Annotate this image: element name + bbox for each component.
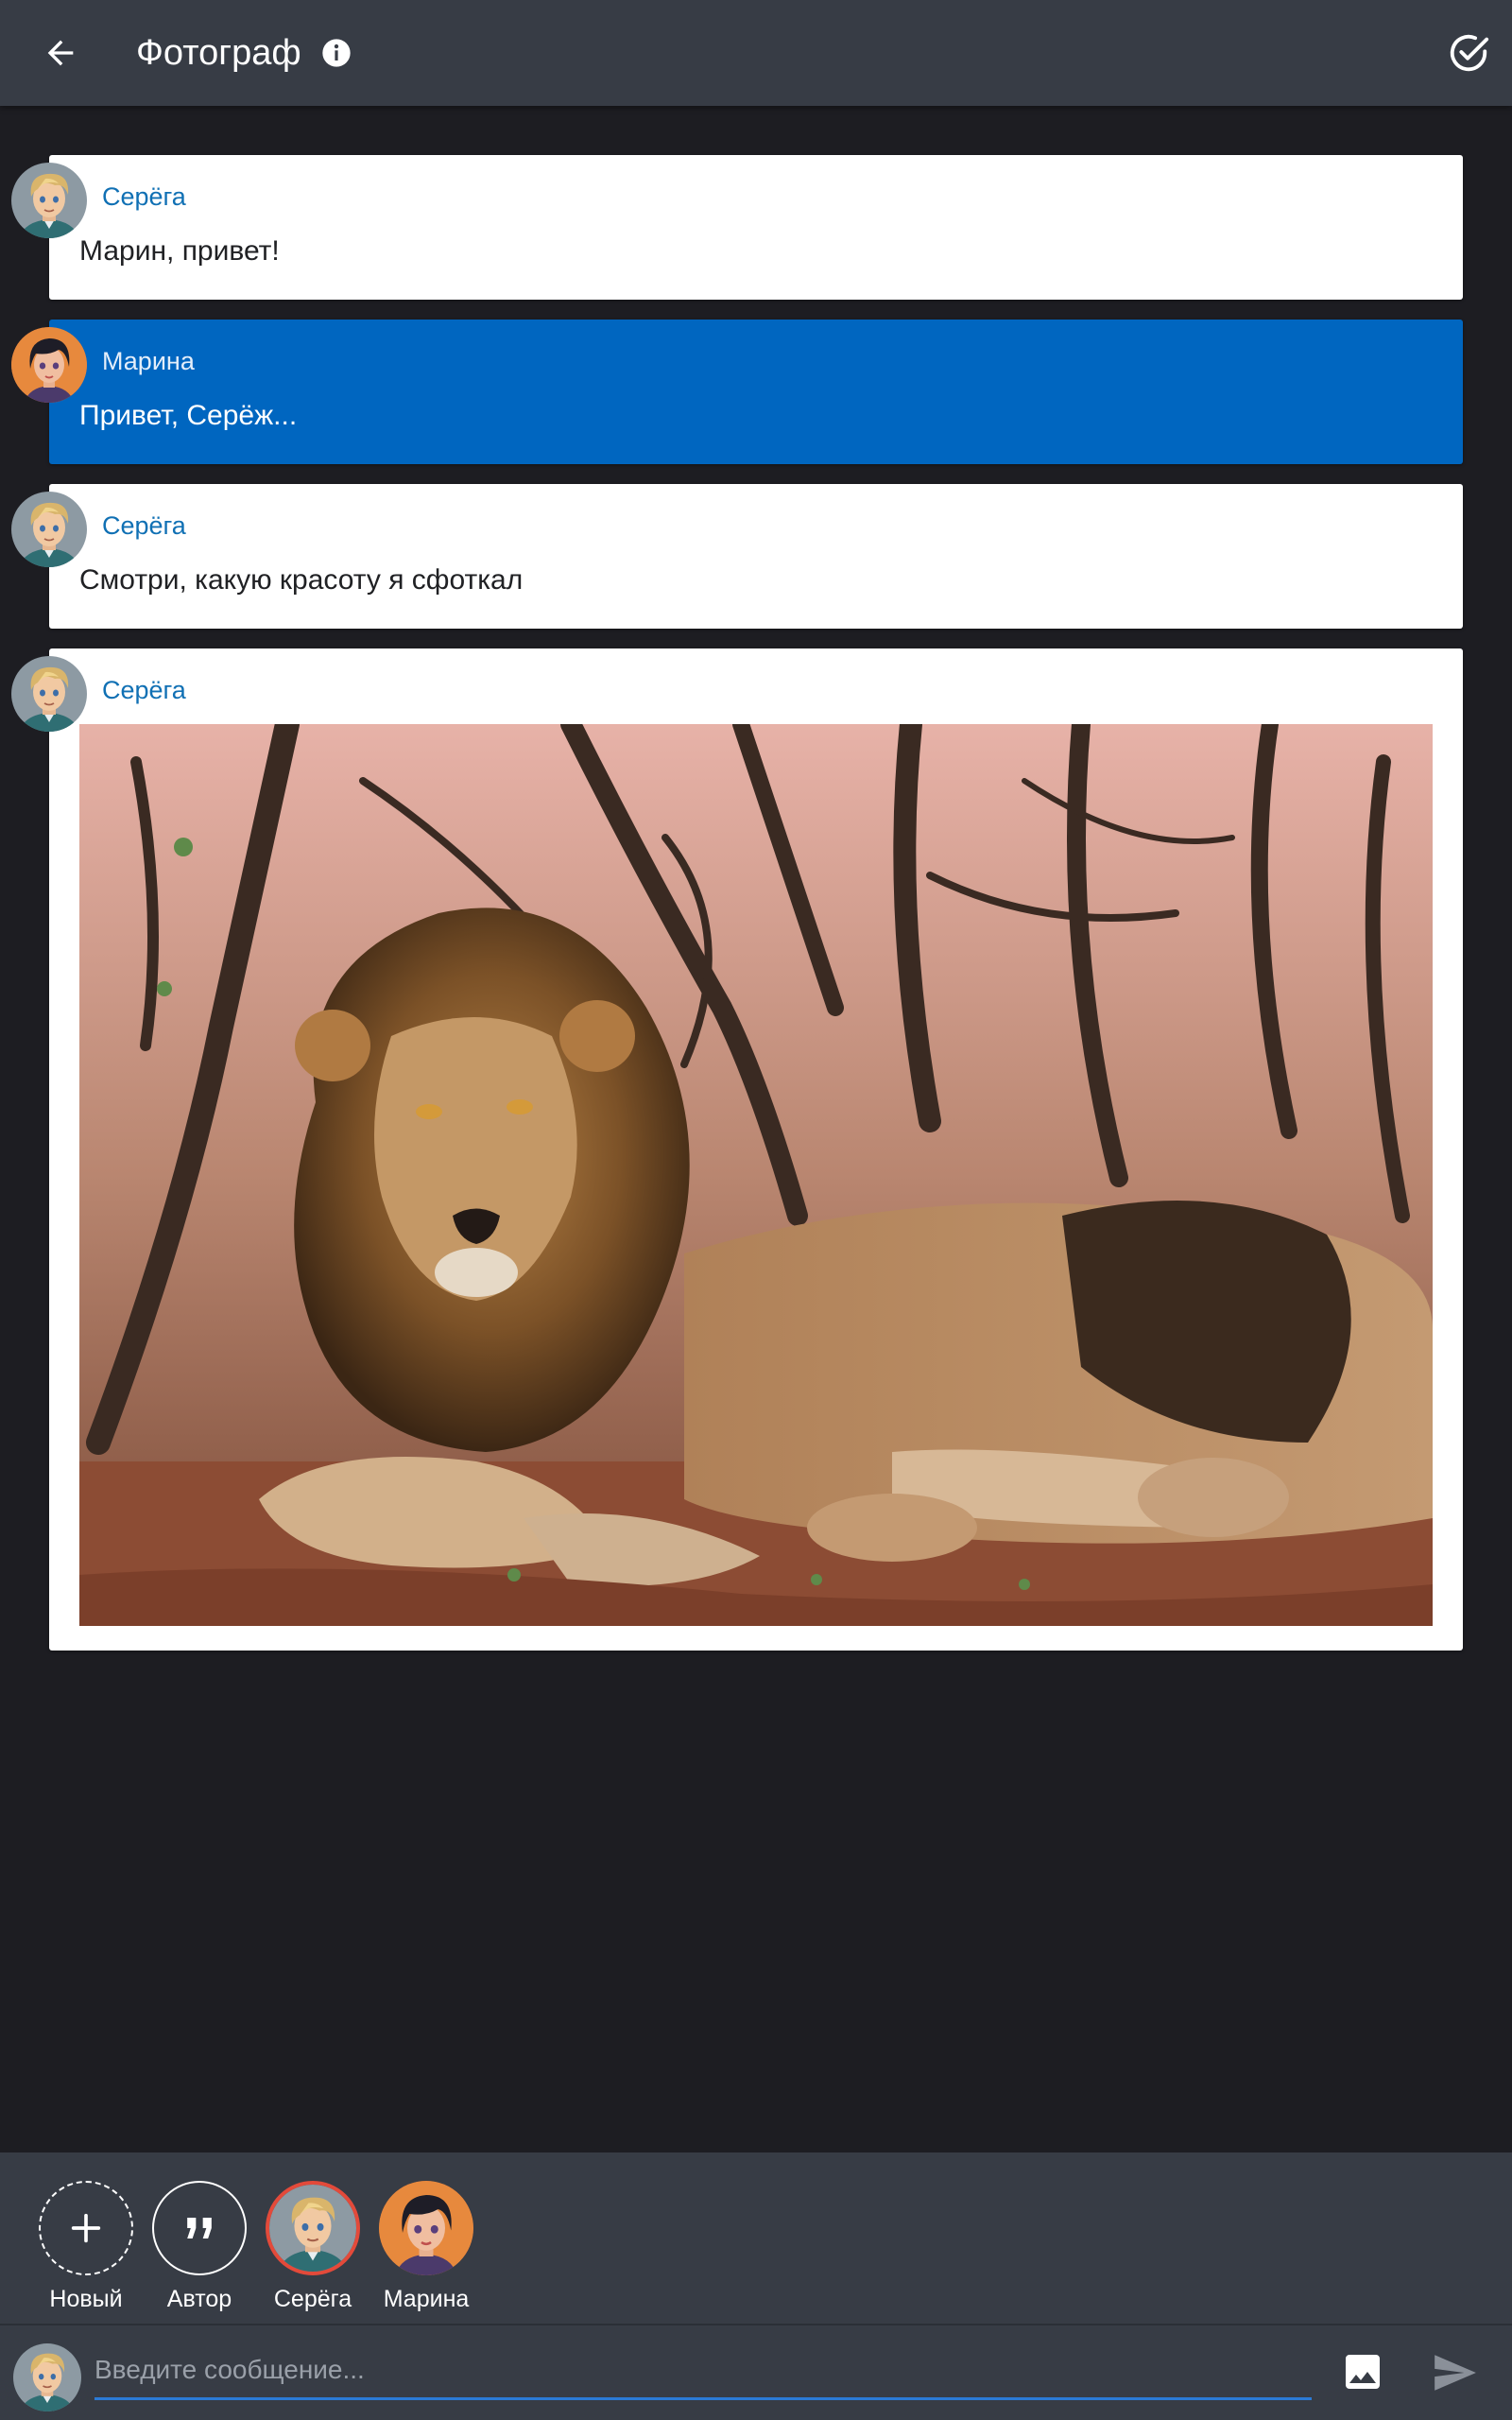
message-bubble[interactable]: Серёга Марин, привет! — [49, 155, 1463, 300]
quote-icon — [187, 2218, 212, 2238]
page-title: Фотограф — [136, 33, 301, 73]
current-speaker-avatar[interactable] — [13, 2343, 81, 2411]
message-text: Смотри, какую красоту я сфоткал — [79, 564, 524, 596]
message-author: Марина — [102, 347, 195, 375]
back-button[interactable] — [34, 26, 87, 79]
message-text: Привет, Серёж... — [79, 400, 298, 431]
message-author: Серёга — [102, 182, 186, 211]
composer-panel: Новый Автор Серёга Марина — [0, 2152, 1512, 2420]
avatar — [11, 163, 87, 238]
character-label: Марина — [383, 2286, 470, 2312]
message-bubble[interactable]: Марина Привет, Серёж... — [49, 320, 1463, 464]
message-input[interactable] — [94, 2342, 1312, 2400]
character-icon — [152, 2181, 247, 2275]
done-button[interactable] — [1442, 26, 1495, 79]
message-list[interactable]: Серёга Марин, привет! Марина Привет, Сер… — [0, 106, 1512, 2152]
character-icon — [39, 2181, 133, 2275]
check-circle-icon — [1450, 34, 1489, 72]
app-header: Фотограф — [0, 0, 1512, 106]
message-bubble[interactable]: Серёга Смотри, какую красоту я сфоткал — [49, 484, 1463, 629]
message-author: Серёга — [102, 676, 186, 704]
image-icon[interactable] — [1340, 2349, 1385, 2394]
character-label: Новый — [49, 2286, 123, 2312]
message-text: Марин, привет! — [79, 235, 280, 267]
send-icon[interactable] — [1431, 2349, 1478, 2396]
avatar — [11, 327, 87, 403]
message-author: Серёга — [102, 511, 186, 540]
message-bubble[interactable]: Серёга — [49, 648, 1463, 1651]
character-label: Серёга — [273, 2286, 352, 2312]
character-serega-button[interactable]: Серёга — [266, 2181, 360, 2313]
avatar — [266, 2181, 360, 2275]
lion-photo[interactable] — [79, 724, 1433, 1626]
avatar — [379, 2181, 473, 2275]
character-marina-button[interactable]: Марина — [379, 2181, 473, 2313]
arrow-left-icon — [47, 40, 74, 66]
character-new-button[interactable]: Новый — [39, 2181, 133, 2313]
divider — [0, 2324, 1512, 2325]
info-icon[interactable] — [321, 38, 352, 68]
avatar — [11, 656, 87, 732]
character-label: Автор — [166, 2286, 232, 2312]
plus-icon — [71, 2213, 101, 2243]
character-author-button[interactable]: Автор — [152, 2181, 247, 2313]
avatar — [11, 492, 87, 567]
